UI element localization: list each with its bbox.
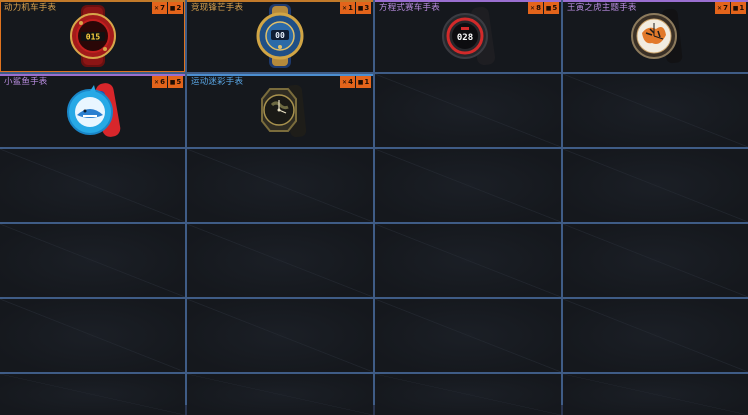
item-name: 动力机车手表 [4, 3, 57, 13]
inventory-slot-empty[interactable] [563, 224, 748, 297]
inventory-slot-empty[interactable] [563, 149, 748, 222]
inventory-slot-empty[interactable] [0, 149, 185, 222]
inventory-slot-empty[interactable] [375, 74, 561, 147]
inventory-slot-empty[interactable] [375, 299, 561, 372]
item-badges: ✕8 ■5 [528, 2, 559, 14]
svg-text:00: 00 [275, 31, 285, 40]
item-badges: ✕6 ■5 [152, 76, 183, 88]
inventory-slot-empty[interactable] [563, 74, 748, 147]
inventory-slot-6[interactable]: 运动迷彩手表 ✕4 ■1 [187, 74, 373, 147]
badge-count-a: ✕7 [715, 2, 730, 14]
watch-red-digital-icon: 015 [69, 5, 116, 67]
inventory-slot-empty[interactable] [375, 224, 561, 297]
watch-blue-gold-icon: 00 [256, 4, 304, 68]
inventory-slot-empty[interactable] [375, 374, 561, 415]
inventory-grid: 动力机车手表 ✕7 ■2 015 竞现锋芒手表 ✕1 ■3 00 方程式赛车手表… [0, 0, 748, 415]
item-name: 竞现锋芒手表 [191, 3, 244, 13]
badge-count-b: ■1 [356, 76, 371, 88]
watch-racing-black-icon: 028 [442, 6, 496, 66]
item-badges: ✕7 ■1 [715, 2, 746, 14]
badge-count-a: ✕4 [340, 76, 355, 88]
inventory-slot-5[interactable]: 小鲨鱼手表 ✕6 ■5 [0, 74, 185, 147]
inventory-slot-empty[interactable] [187, 224, 373, 297]
inventory-slot-empty[interactable] [0, 299, 185, 372]
inventory-slot-empty[interactable] [187, 299, 373, 372]
badge-count-a: ✕6 [152, 76, 167, 88]
item-name: 方程式赛车手表 [379, 3, 440, 13]
badge-count-b: ■1 [731, 2, 746, 14]
item-badges: ✕1 ■3 [340, 2, 371, 14]
badge-count-b: ■5 [168, 76, 183, 88]
inventory-slot-4[interactable]: 王寅之虎主题手表 ✕7 ■1 [563, 0, 748, 72]
inventory-slot-empty[interactable] [0, 374, 185, 415]
watch-tiger-theme-icon [630, 8, 682, 64]
badge-count-a: ✕1 [340, 2, 355, 14]
badge-count-a: ✕8 [528, 2, 543, 14]
inventory-slot-empty[interactable] [187, 149, 373, 222]
badge-count-b: ■3 [356, 2, 371, 14]
inventory-slot-empty[interactable] [0, 224, 185, 297]
item-name: 运动迷彩手表 [191, 77, 244, 87]
badge-count-b: ■2 [168, 2, 183, 14]
inventory-slot-empty[interactable] [375, 149, 561, 222]
svg-text:028: 028 [457, 33, 473, 43]
inventory-slot-empty[interactable] [563, 374, 748, 415]
badge-count-a: ✕7 [152, 2, 167, 14]
item-name: 小鲨鱼手表 [4, 77, 48, 87]
watch-shark-kids-icon [66, 83, 120, 137]
inventory-slot-empty[interactable] [187, 374, 373, 415]
inventory-slot-1[interactable]: 动力机车手表 ✕7 ■2 015 [0, 0, 185, 72]
inventory-slot-3[interactable]: 方程式赛车手表 ✕8 ■5 028 [375, 0, 561, 72]
badge-count-b: ■5 [544, 2, 559, 14]
item-badges: ✕7 ■2 [152, 2, 183, 14]
inventory-slot-2[interactable]: 竞现锋芒手表 ✕1 ■3 00 [187, 0, 373, 72]
svg-text:015: 015 [85, 33, 100, 42]
watch-camo-sport-icon [261, 84, 307, 138]
item-badges: ✕4 ■1 [340, 76, 371, 88]
inventory-slot-empty[interactable] [563, 299, 748, 372]
